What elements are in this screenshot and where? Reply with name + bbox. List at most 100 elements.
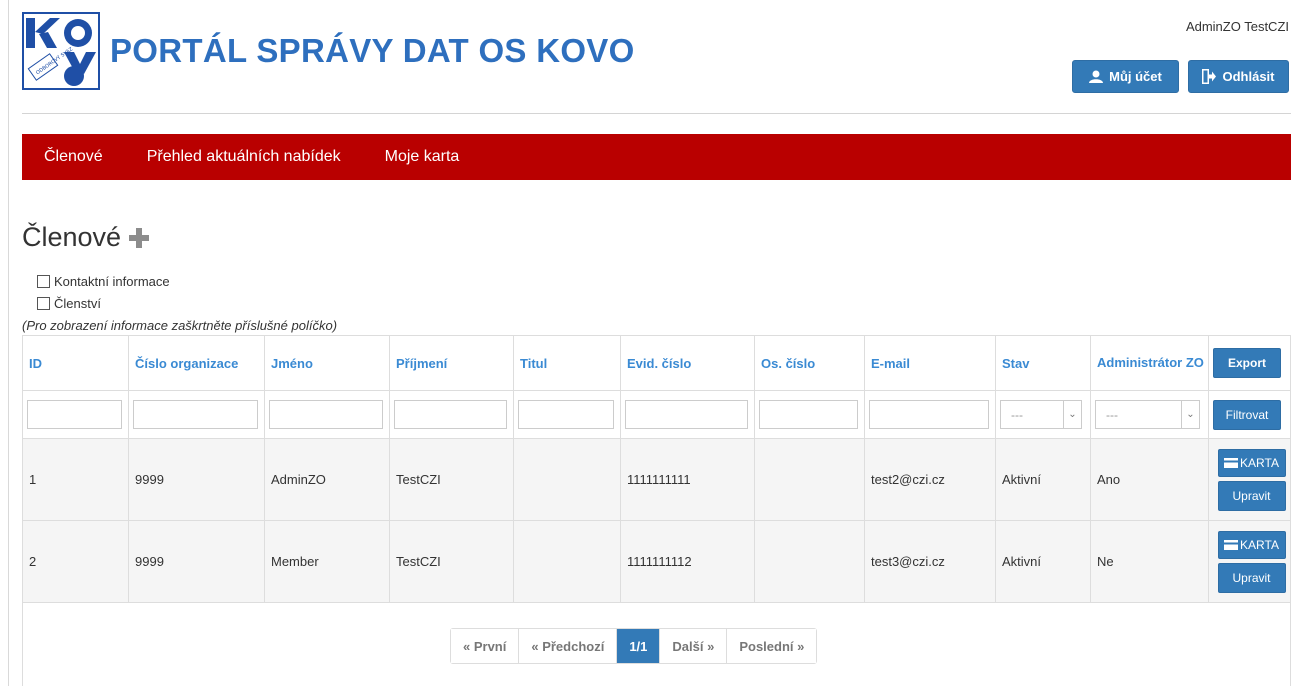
filter-input-title[interactable] (518, 400, 614, 429)
membership-label: Členství (54, 296, 101, 311)
filter-cell-id (23, 391, 129, 438)
cell-evid-number: 1111111112 (621, 521, 755, 602)
row-actions: KARTA Upravit (1209, 439, 1290, 520)
contact-info-label: Kontaktní informace (54, 274, 170, 289)
logged-user-name: AdminZO TestCZI (1185, 19, 1289, 34)
cell-id: 1 (23, 439, 129, 520)
contact-info-checkbox[interactable]: Kontaktní informace (37, 274, 170, 289)
filter-cell-email (865, 391, 996, 438)
cell-first-name: AdminZO (265, 439, 390, 520)
cell-personal-number (755, 439, 865, 520)
my-account-button[interactable]: Můj účet (1072, 60, 1179, 93)
col-header-last-name[interactable]: Příjmení (390, 336, 514, 390)
filter-button[interactable]: Filtrovat (1213, 399, 1281, 430)
nav-item-offers[interactable]: Přehled aktuálních nabídek (125, 148, 363, 166)
chevron-down-icon[interactable]: ⌄ (1181, 401, 1199, 428)
col-header-title[interactable]: Titul (514, 336, 621, 390)
filter-input-org-number[interactable] (133, 400, 258, 429)
cell-title (514, 521, 621, 602)
site-title: PORTÁL SPRÁVY DAT OS KOVO (110, 32, 635, 69)
card-button[interactable]: KARTA (1217, 448, 1286, 477)
pagination-next[interactable]: Další » (660, 629, 728, 663)
col-header-first-name[interactable]: Jméno (265, 336, 390, 390)
col-header-evid-number[interactable]: Evid. číslo (621, 336, 755, 390)
kovo-logo-icon: ODBOROVÝ SVAZ (26, 18, 96, 86)
cell-org-number: 9999 (129, 439, 265, 520)
filter-input-evid-number[interactable] (625, 400, 748, 429)
cell-title (514, 439, 621, 520)
filter-cell-admin: --- ⌄ (1091, 391, 1209, 438)
edit-button[interactable]: Upravit (1217, 480, 1286, 511)
cell-evid-number: 1111111111 (621, 439, 755, 520)
cell-first-name: Member (265, 521, 390, 602)
checkbox-icon[interactable] (37, 297, 50, 310)
nav-item-my-card[interactable]: Moje karta (363, 148, 482, 166)
chevron-down-icon[interactable]: ⌄ (1063, 401, 1081, 428)
col-header-status[interactable]: Stav (996, 336, 1091, 390)
row-actions: KARTA Upravit (1209, 521, 1290, 602)
filter-select-admin-value: --- (1106, 407, 1118, 422)
edit-button[interactable]: Upravit (1217, 562, 1286, 593)
page-title-text: Členové (22, 222, 122, 252)
card-button-label: KARTA (1240, 537, 1279, 552)
filter-input-last-name[interactable] (394, 400, 507, 429)
filter-input-id[interactable] (27, 400, 122, 429)
col-header-actions: Export (1209, 336, 1290, 390)
filter-input-email[interactable] (869, 400, 989, 429)
main-navbar: Členové Přehled aktuálních nabídek Moje … (22, 134, 1291, 180)
pagination-prev[interactable]: « Předchozí (519, 629, 618, 663)
site-header: ODBOROVÝ SVAZ PORTÁL SPRÁVY DAT OS KOVO … (22, 0, 1291, 114)
cell-personal-number (755, 521, 865, 602)
cell-status: Aktivní (996, 521, 1091, 602)
page-title: Členové (22, 222, 150, 253)
credit-card-icon (1224, 457, 1239, 468)
filter-select-admin[interactable]: --- ⌄ (1095, 400, 1200, 429)
table-filter-row: --- ⌄ --- ⌄ Filtrovat (23, 391, 1290, 439)
cell-last-name: TestCZI (390, 439, 514, 520)
pagination: « První « Předchozí 1/1 Další » Poslední… (450, 628, 818, 664)
cell-id: 2 (23, 521, 129, 602)
table-header-row: ID Číslo organizace Jméno Příjmení Titul… (23, 336, 1290, 391)
nav-item-members[interactable]: Členové (22, 148, 125, 166)
filter-cell-title (514, 391, 621, 438)
filter-cell-evid-number (621, 391, 755, 438)
cell-org-number: 9999 (129, 521, 265, 602)
table-row: 2 9999 Member TestCZI 1111111112 test3@c… (23, 521, 1290, 603)
filter-input-personal-number[interactable] (759, 400, 858, 429)
cell-email: test3@czi.cz (865, 521, 996, 602)
my-account-label: Můj účet (1109, 69, 1162, 84)
filter-select-status[interactable]: --- ⌄ (1000, 400, 1082, 429)
logout-button[interactable]: Odhlásit (1188, 60, 1289, 93)
page-left-border (8, 0, 9, 686)
col-header-id[interactable]: ID (23, 336, 129, 390)
cell-admin: Ne (1091, 521, 1209, 602)
checkbox-icon[interactable] (37, 275, 50, 288)
card-button-label: KARTA (1240, 455, 1279, 470)
card-button[interactable]: KARTA (1217, 530, 1286, 559)
col-header-admin[interactable]: Administrátor ZO (1091, 336, 1209, 390)
filter-select-status-value: --- (1011, 407, 1023, 422)
kovo-logo: ODBOROVÝ SVAZ (22, 12, 100, 90)
pagination-current[interactable]: 1/1 (617, 629, 661, 663)
filter-cell-last-name (390, 391, 514, 438)
col-header-personal-number[interactable]: Os. číslo (755, 336, 865, 390)
header-divider (22, 113, 1291, 114)
logout-icon (1202, 69, 1217, 84)
pagination-last[interactable]: Poslední » (727, 629, 817, 663)
filter-input-first-name[interactable] (269, 400, 383, 429)
plus-icon[interactable] (129, 227, 150, 248)
credit-card-icon (1224, 539, 1239, 550)
cell-admin: Ano (1091, 439, 1209, 520)
filter-cell-first-name (265, 391, 390, 438)
pagination-first[interactable]: « První (451, 629, 520, 663)
cell-last-name: TestCZI (390, 521, 514, 602)
export-button[interactable]: Export (1213, 348, 1281, 378)
filter-cell-status: --- ⌄ (996, 391, 1091, 438)
membership-checkbox[interactable]: Členství (37, 296, 101, 311)
col-header-org-number[interactable]: Číslo organizace (129, 336, 265, 390)
col-header-email[interactable]: E-mail (865, 336, 996, 390)
filter-cell-actions: Filtrovat (1209, 391, 1290, 438)
user-icon (1089, 70, 1104, 83)
table-row: 1 9999 AdminZO TestCZI 1111111111 test2@… (23, 439, 1290, 521)
checkbox-hint: (Pro zobrazení informace zaškrtněte přís… (22, 318, 338, 333)
